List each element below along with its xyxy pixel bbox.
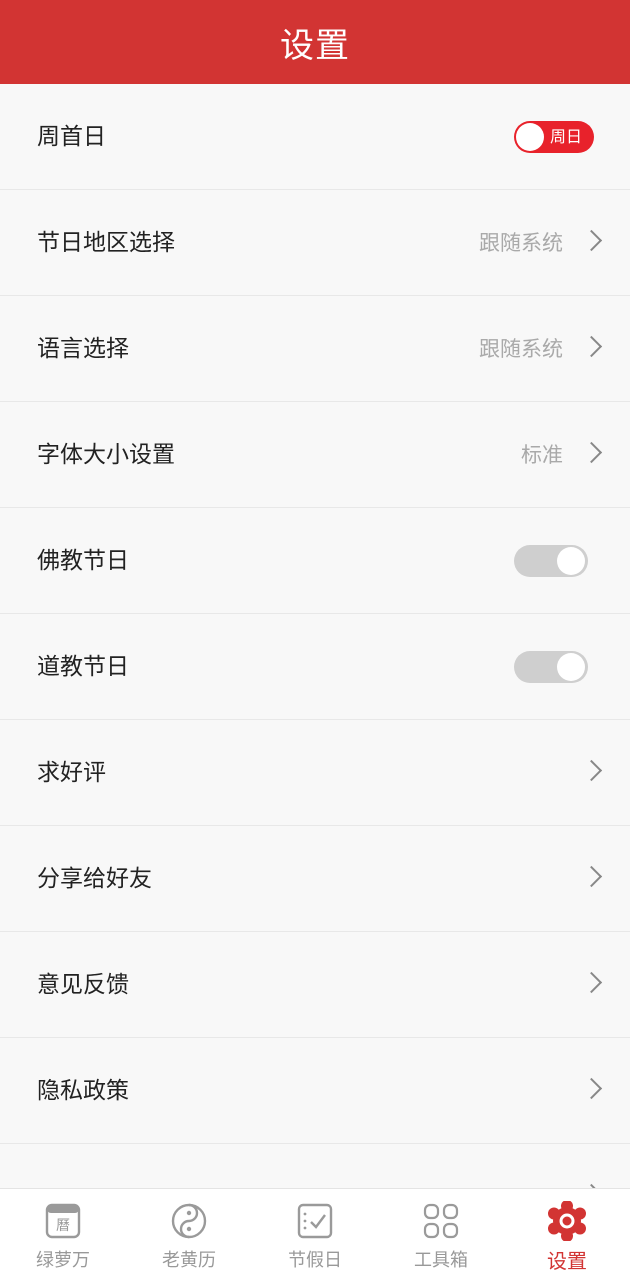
setting-rate-app[interactable]: 求好评 bbox=[0, 720, 630, 826]
yin-yang-icon bbox=[171, 1203, 207, 1239]
tab-label: 节假日 bbox=[288, 1250, 342, 1271]
setting-label: 周首日 bbox=[37, 124, 106, 150]
setting-partially-visible[interactable] bbox=[0, 1144, 630, 1188]
tab-holidays[interactable]: 节假日 bbox=[252, 1189, 378, 1280]
week-start-toggle[interactable]: 周日 bbox=[514, 121, 594, 153]
bottom-tab-bar: 曆 绿萝万 老黄历 节假日 工具箱 设置 bbox=[0, 1188, 630, 1280]
toggle-knob bbox=[516, 123, 544, 151]
toggle-text: 周日 bbox=[550, 127, 583, 146]
setting-privacy-policy[interactable]: 隐私政策 bbox=[0, 1038, 630, 1144]
taoist-holidays-toggle[interactable] bbox=[514, 651, 588, 683]
setting-label: 求好评 bbox=[37, 760, 106, 786]
tab-label: 绿萝万 bbox=[36, 1250, 90, 1271]
tab-settings[interactable]: 设置 bbox=[504, 1189, 630, 1280]
setting-font-size[interactable]: 字体大小设置 标准 bbox=[0, 402, 630, 508]
setting-feedback[interactable]: 意见反馈 bbox=[0, 932, 630, 1038]
toggle-knob bbox=[557, 653, 585, 681]
setting-share[interactable]: 分享给好友 bbox=[0, 826, 630, 932]
tab-label: 设置 bbox=[547, 1249, 587, 1273]
setting-label: 佛教节日 bbox=[37, 548, 129, 574]
chevron-right-icon bbox=[580, 335, 603, 358]
tab-label: 老黄历 bbox=[162, 1250, 216, 1271]
tab-toolbox[interactable]: 工具箱 bbox=[378, 1189, 504, 1280]
tab-almanac[interactable]: 老黄历 bbox=[126, 1189, 252, 1280]
setting-label: 意见反馈 bbox=[37, 972, 129, 998]
setting-value: 跟随系统 bbox=[479, 337, 563, 361]
setting-value: 跟随系统 bbox=[479, 231, 563, 255]
setting-label: 道教节日 bbox=[37, 654, 129, 680]
setting-buddhist-holidays: 佛教节日 bbox=[0, 508, 630, 614]
setting-label: 隐私政策 bbox=[37, 1078, 129, 1104]
setting-holiday-region[interactable]: 节日地区选择 跟随系统 bbox=[0, 190, 630, 296]
chevron-right-icon bbox=[580, 971, 603, 994]
buddhist-holidays-toggle[interactable] bbox=[514, 545, 588, 577]
chevron-right-icon bbox=[580, 865, 603, 888]
chevron-right-icon bbox=[580, 759, 603, 782]
settings-icon bbox=[548, 1201, 586, 1241]
settings-list: 周首日 周日 节日地区选择 跟随系统 语言选择 跟随系统 字体大小设置 标准 佛… bbox=[0, 84, 630, 1188]
tab-calendar[interactable]: 曆 绿萝万 bbox=[0, 1189, 126, 1280]
setting-taoist-holidays: 道教节日 bbox=[0, 614, 630, 720]
setting-label: 节日地区选择 bbox=[37, 230, 175, 256]
toggle-knob bbox=[557, 547, 585, 575]
title-bar: 设置 bbox=[0, 0, 630, 84]
setting-week-start[interactable]: 周首日 周日 bbox=[0, 84, 630, 190]
checklist-icon bbox=[297, 1203, 333, 1239]
tab-label: 工具箱 bbox=[414, 1250, 468, 1271]
chevron-right-icon bbox=[580, 1077, 603, 1100]
setting-label: 语言选择 bbox=[37, 336, 129, 362]
setting-label: 分享给好友 bbox=[37, 866, 152, 892]
chevron-right-icon bbox=[580, 441, 603, 464]
setting-label: 字体大小设置 bbox=[37, 442, 175, 468]
setting-language[interactable]: 语言选择 跟随系统 bbox=[0, 296, 630, 402]
page-title: 设置 bbox=[280, 25, 350, 66]
svg-text:曆: 曆 bbox=[56, 1218, 70, 1234]
setting-value: 标准 bbox=[521, 443, 563, 467]
calendar-icon: 曆 bbox=[45, 1203, 81, 1239]
chevron-right-icon bbox=[580, 229, 603, 252]
grid-icon bbox=[423, 1203, 459, 1239]
